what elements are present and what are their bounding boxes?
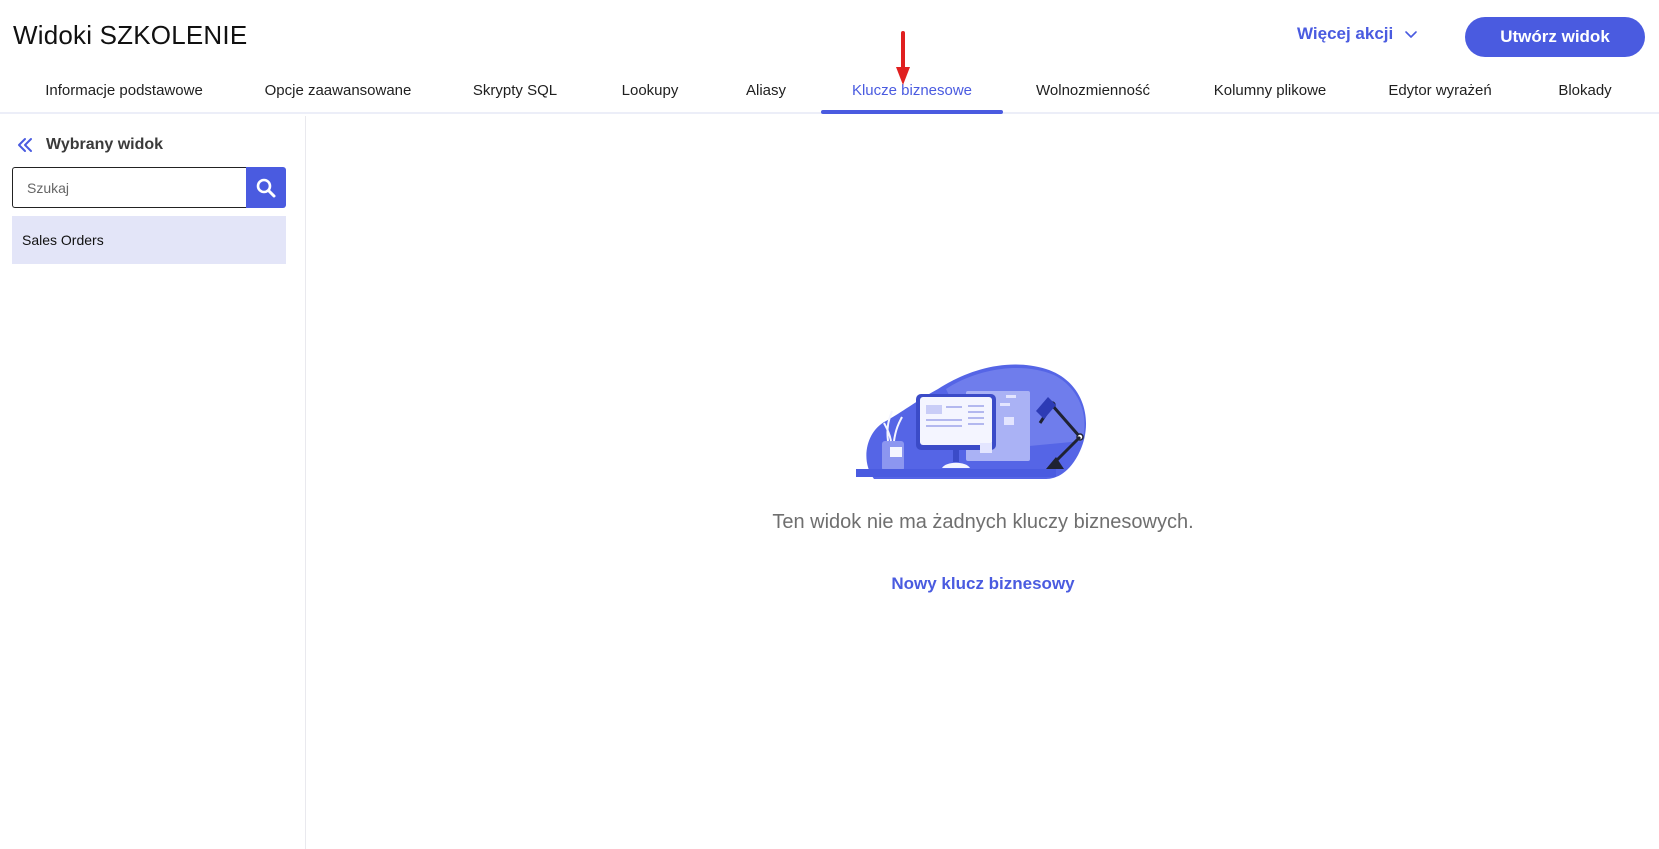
chevron-down-icon [1405,31,1418,38]
sidebar-title: Wybrany widok [46,136,164,153]
double-chevron-left-icon[interactable] [16,136,34,154]
list-item-sales-orders[interactable]: Sales Orders [12,216,286,264]
sidebar: Wybrany widok Sales Orders [0,116,306,849]
more-actions-dropdown[interactable]: Więcej akcji [1297,24,1419,44]
app-header: Widoki SZKOLENIE Więcej akcji Utwórz wid… [0,0,1659,66]
search-button[interactable] [246,167,286,208]
tab-lookupy[interactable]: Lookupy [605,66,695,114]
red-arrow-icon [896,31,910,85]
search-input[interactable] [12,167,247,208]
sidebar-header: Wybrany widok [16,136,163,154]
more-actions-label: Więcej akcji [1297,24,1394,43]
tab-skrypty-sql[interactable]: Skrypty SQL [460,66,570,114]
tab-aliasy[interactable]: Aliasy [726,66,806,114]
empty-state-message: Ten widok nie ma żadnych kluczy biznesow… [772,511,1194,533]
search-box [12,167,286,208]
tab-edytor-wyrazen[interactable]: Edytor wyrażeń [1375,66,1505,114]
search-icon [256,178,276,197]
tab-klucze-biznesowe[interactable]: Klucze biznesowe [821,66,1003,114]
new-business-key-link[interactable]: Nowy klucz biznesowy [307,574,1659,594]
page-title: Widoki SZKOLENIE [13,20,248,50]
tab-bar: Informacje podstawowe Opcje zaawansowane… [0,66,1659,114]
main-content: Ten widok nie ma żadnych kluczy biznesow… [307,116,1659,849]
tab-opcje-zaawansowane[interactable]: Opcje zaawansowane [250,66,426,114]
tab-informacje-podstawowe[interactable]: Informacje podstawowe [20,66,228,114]
empty-state-illustration [856,364,1087,479]
tab-wolnozmiennosc[interactable]: Wolnozmienność [1023,66,1163,114]
create-view-button[interactable]: Utwórz widok [1465,17,1645,57]
active-tab-indicator [821,110,1003,114]
tab-kolumny-plikowe[interactable]: Kolumny plikowe [1200,66,1340,114]
tab-blokady[interactable]: Blokady [1545,66,1625,114]
